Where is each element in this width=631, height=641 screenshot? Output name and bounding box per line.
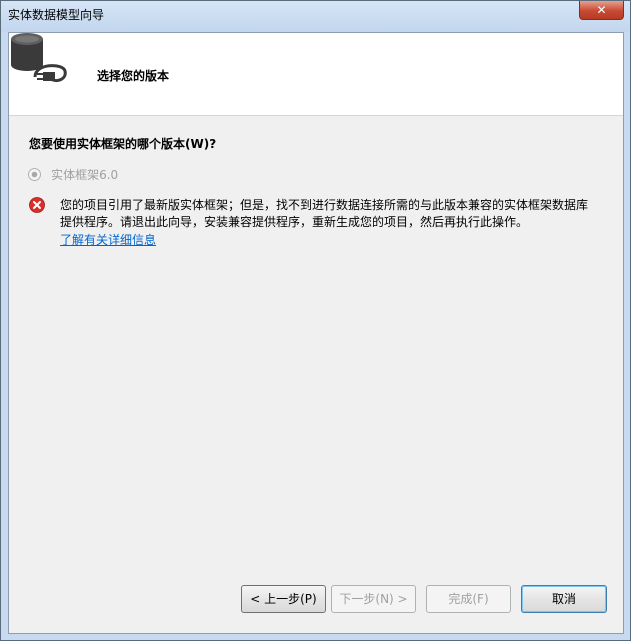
wizard-window: 实体数据模型向导 ✕ 选择您的版本 您要使用实体框架的哪个版本(W)? 实体框架… <box>0 0 631 641</box>
back-button[interactable]: < 上一步(P) <box>241 585 326 613</box>
error-message-line-2: 提供程序。请退出此向导，安装兼容提供程序，重新生成您的项目，然后再执行此操作。 <box>60 215 529 229</box>
learn-more-link[interactable]: 了解有关详细信息 <box>60 232 156 249</box>
wizard-client-area: 选择您的版本 您要使用实体框架的哪个版本(W)? 实体框架6.0 您的项目引用了… <box>8 32 624 634</box>
error-message-line-1: 您的项目引用了最新版实体框架；但是，找不到进行数据连接所需的与此版本兼容的实体框… <box>60 198 589 212</box>
radio-label-ef6: 实体框架6.0 <box>51 168 119 182</box>
wizard-header: 选择您的版本 <box>9 33 623 116</box>
radio-button-icon[interactable] <box>28 168 41 181</box>
finish-button[interactable]: 完成(F) <box>426 585 511 613</box>
error-icon <box>29 197 45 213</box>
version-question-label: 您要使用实体框架的哪个版本(W)? <box>29 137 217 151</box>
page-title: 选择您的版本 <box>97 69 170 83</box>
window-title: 实体数据模型向导 <box>8 8 105 22</box>
radio-option-ef6[interactable]: 实体框架6.0 <box>28 164 118 182</box>
cancel-button[interactable]: 取消 <box>521 585 607 613</box>
close-button[interactable]: ✕ <box>579 1 624 20</box>
database-plug-icon <box>11 33 67 83</box>
error-message: 您的项目引用了最新版实体框架；但是，找不到进行数据连接所需的与此版本兼容的实体框… <box>60 197 605 231</box>
close-icon: ✕ <box>596 3 607 17</box>
title-bar[interactable]: 实体数据模型向导 ✕ <box>1 1 630 32</box>
next-button[interactable]: 下一步(N) > <box>331 585 416 613</box>
